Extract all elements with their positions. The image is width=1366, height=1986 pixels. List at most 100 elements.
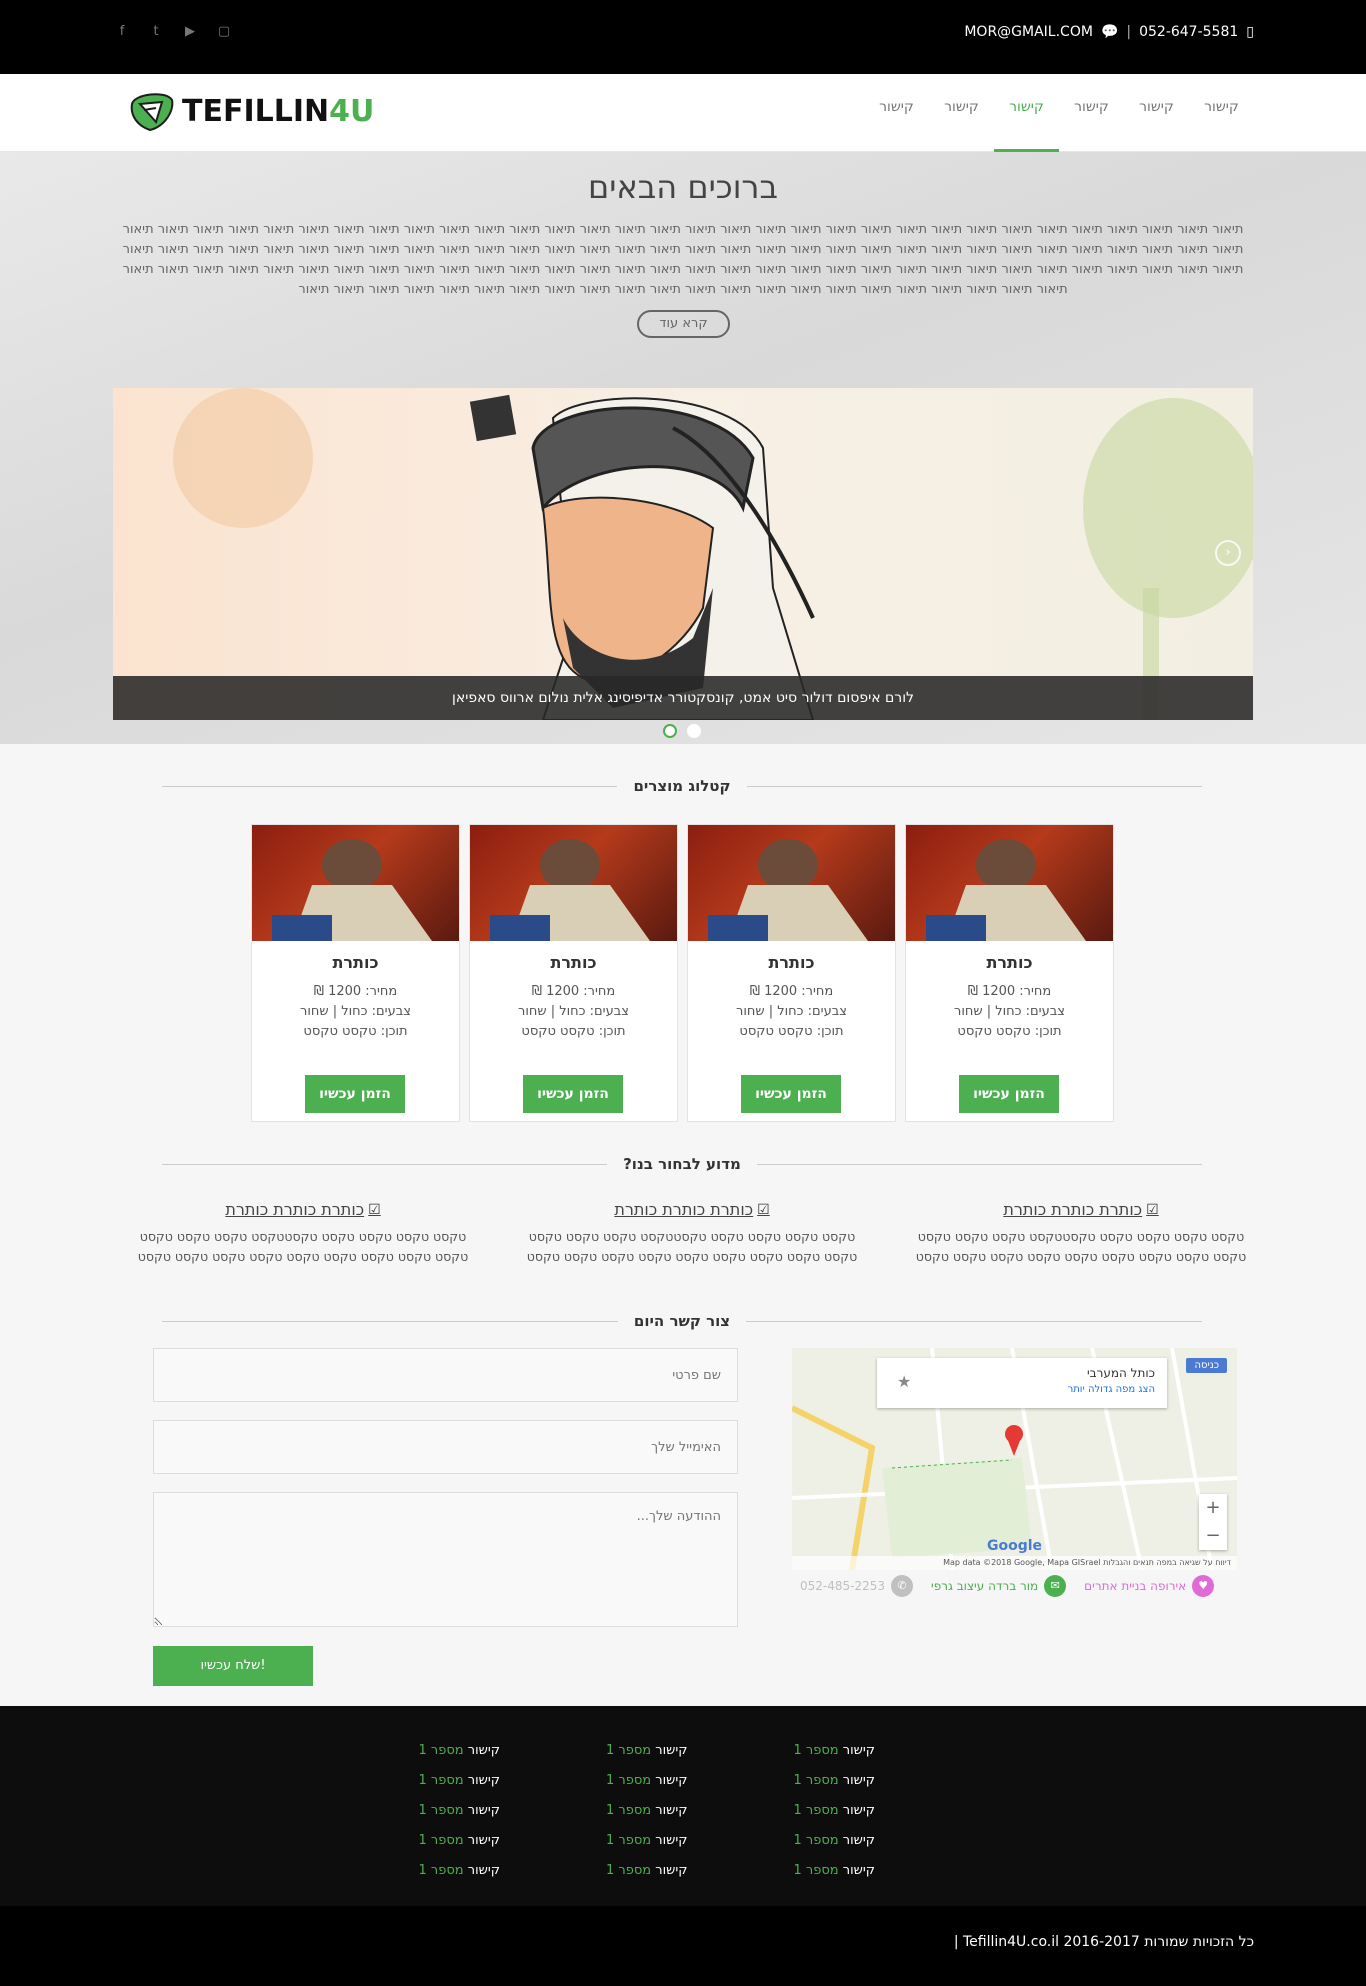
order-now-button[interactable]: הזמן עכשיו bbox=[959, 1075, 1059, 1113]
read-more-button[interactable]: קרא עוד bbox=[637, 310, 730, 338]
product-title: כותרת bbox=[332, 953, 379, 972]
footer-link-number: מספר 1 bbox=[605, 1863, 652, 1878]
nav-link-5[interactable]: קישור bbox=[929, 74, 994, 152]
footer-link[interactable]: קישור מספר 1 bbox=[410, 1796, 500, 1826]
product-image bbox=[252, 825, 459, 941]
logo-text: TEFILLIN4U bbox=[182, 93, 375, 129]
footer-link[interactable]: קישור מספר 1 bbox=[598, 1736, 688, 1766]
footer-link-number: מספר 1 bbox=[418, 1803, 464, 1818]
feature-title-link[interactable]: כותרת כותרת כותרת bbox=[614, 1200, 753, 1219]
footer-link[interactable]: קישור מספר 1 bbox=[598, 1766, 688, 1796]
top-email[interactable]: MOR@GMAIL.COM bbox=[964, 24, 1093, 40]
top-contact: MOR@GMAIL.COM 💬 | 052-647-5581 ▯ bbox=[964, 24, 1254, 40]
contact-details: ✆ 052-485-2253 ✉ מור ברדה עיצוב גרפי ♥ א… bbox=[800, 1574, 1237, 1598]
contact-form: שלח עכשיו! bbox=[153, 1348, 738, 1686]
map-enter-button[interactable]: כניסה bbox=[1186, 1358, 1227, 1373]
feature-title-link[interactable]: כותרת כותרת כותרת bbox=[1003, 1200, 1142, 1219]
nav-link-2[interactable]: קישור bbox=[1124, 74, 1189, 152]
map-info-box: כותל המערבי הצג מפה גדולה יותר ★ bbox=[877, 1358, 1167, 1408]
footer-link-number: מספר 1 bbox=[605, 1803, 652, 1818]
order-now-button[interactable]: הזמן עכשיו bbox=[305, 1075, 405, 1113]
slide-caption: לורם איפסום דולור סיט אמט, קונסקטורר אדי… bbox=[113, 676, 1253, 720]
catalog-heading: קטלוג מוצרים bbox=[162, 776, 1202, 796]
star-icon[interactable]: ★ bbox=[897, 1372, 911, 1391]
footer-link[interactable]: קישור מספר 1 bbox=[598, 1826, 688, 1856]
top-phone[interactable]: 052-647-5581 bbox=[1139, 24, 1238, 40]
twitch-icon[interactable]: ▢ bbox=[216, 24, 232, 40]
image-slider[interactable]: לורם איפסום דולור סיט אמט, קונסקטורר אדי… bbox=[113, 388, 1253, 720]
slider-dot-2[interactable] bbox=[687, 724, 701, 738]
map-larger-link[interactable]: הצג מפה גדולה יותר bbox=[889, 1384, 1155, 1395]
zoom-out-icon[interactable]: − bbox=[1199, 1522, 1227, 1550]
feature-text: טקסט טקסט טקסט טקסט טקסטטקסט טקסט טקסט ט… bbox=[137, 1229, 469, 1264]
nav-link-4-active[interactable]: קישור bbox=[994, 74, 1059, 152]
feature-item: ☑ כותרת כותרת כותרת טקסט טקסט טקסט טקסט ט… bbox=[519, 1200, 865, 1270]
nav-link-6[interactable]: קישור bbox=[864, 74, 929, 152]
footer-link-label: קישור bbox=[655, 1803, 688, 1818]
facebook-icon[interactable]: f bbox=[114, 24, 130, 40]
footer-link[interactable]: קישור מספר 1 bbox=[598, 1796, 688, 1826]
product-content: תוכן: טקסט טקסט bbox=[957, 1024, 1062, 1039]
footer-link-number: מספר 1 bbox=[418, 1863, 464, 1878]
nav-link-1[interactable]: קישור bbox=[1189, 74, 1254, 152]
footer-link[interactable]: קישור מספר 1 bbox=[785, 1796, 875, 1826]
footer-link[interactable]: קישור מספר 1 bbox=[410, 1826, 500, 1856]
product-colors: צבעים: כחול | שחור bbox=[300, 1004, 411, 1019]
main-nav: קישור קישור קישור קישור קישור קישור bbox=[864, 74, 1254, 152]
contact-phone[interactable]: ✆ 052-485-2253 bbox=[800, 1575, 914, 1597]
product-image bbox=[688, 825, 895, 941]
footer-link-label: קישור bbox=[655, 1773, 688, 1788]
map-data-credit: Map data ©2018 Google, Mapa GISrael bbox=[943, 1558, 1101, 1567]
product-grid: כותרת מחיר: 1200 ₪ צבעים: כחול | שחור תו… bbox=[251, 824, 1114, 1122]
footer-link-label: קישור bbox=[467, 1863, 500, 1878]
zoom-in-icon[interactable]: + bbox=[1199, 1494, 1227, 1522]
hero-title: ברוכים הבאים bbox=[588, 168, 778, 206]
footer-link-number: מספר 1 bbox=[605, 1833, 652, 1848]
footer-link-number: מספר 1 bbox=[605, 1773, 652, 1788]
contact-title: צור קשר היום bbox=[617, 1312, 747, 1330]
copyright-separator: | bbox=[953, 1934, 959, 1950]
order-now-button[interactable]: הזמן עכשיו bbox=[523, 1075, 623, 1113]
twitter-icon[interactable]: t bbox=[148, 24, 164, 40]
footer-link[interactable]: קישור מספר 1 bbox=[598, 1856, 688, 1886]
map-terms-link[interactable]: תנאים והגבלות bbox=[1103, 1558, 1154, 1567]
email-field[interactable] bbox=[153, 1420, 738, 1474]
contact-builder[interactable]: ♥ אירופה בניית אתרים bbox=[1084, 1575, 1215, 1597]
phone-icon: ▯ bbox=[1246, 24, 1254, 40]
map-zoom-control: + − bbox=[1199, 1494, 1227, 1550]
footer-link[interactable]: קישור מספר 1 bbox=[410, 1856, 500, 1886]
product-card: כותרת מחיר: 1200 ₪ צבעים: כחול | שחור תו… bbox=[905, 824, 1114, 1122]
name-field[interactable] bbox=[153, 1348, 738, 1402]
footer-link[interactable]: קישור מספר 1 bbox=[785, 1766, 875, 1796]
product-title: כותרת bbox=[768, 953, 815, 972]
footer-link-label: קישור bbox=[655, 1833, 688, 1848]
slider-next-icon[interactable]: › bbox=[1215, 540, 1241, 566]
slider-dot-1[interactable] bbox=[663, 724, 677, 738]
envelope-icon: ✉ bbox=[1044, 1575, 1067, 1597]
send-button[interactable]: שלח עכשיו! bbox=[153, 1646, 313, 1686]
logo[interactable]: TEFILLIN4U bbox=[126, 88, 374, 134]
feature-text: טקסט טקסט טקסט טקסט טקסטטקסט טקסט טקסט ט… bbox=[915, 1229, 1247, 1264]
footer-link-label: קישור bbox=[842, 1863, 875, 1878]
contact-designer[interactable]: ✉ מור ברדה עיצוב גרפי bbox=[931, 1575, 1067, 1597]
nav-link-3[interactable]: קישור bbox=[1059, 74, 1124, 152]
order-now-button[interactable]: הזמן עכשיו bbox=[741, 1075, 841, 1113]
heart-icon: ♥ bbox=[1192, 1575, 1215, 1597]
footer-column: קישור מספר 1 קישור מספר 1 קישור מספר 1 קישו… bbox=[598, 1736, 688, 1886]
footer-link[interactable]: קישור מספר 1 bbox=[785, 1736, 875, 1766]
youtube-icon[interactable]: ▶ bbox=[182, 24, 198, 40]
footer-link[interactable]: קישור מספר 1 bbox=[785, 1856, 875, 1886]
google-map[interactable]: כניסה כותל המערבי הצג מפה גדולה יותר ★ +… bbox=[792, 1348, 1237, 1570]
product-price: מחיר: 1200 ₪ bbox=[531, 984, 616, 999]
product-price: מחיר: 1200 ₪ bbox=[967, 984, 1052, 999]
footer-link[interactable]: קישור מספר 1 bbox=[785, 1826, 875, 1856]
message-field[interactable] bbox=[153, 1492, 738, 1627]
footer-link[interactable]: קישור מספר 1 bbox=[410, 1766, 500, 1796]
footer-link[interactable]: קישור מספר 1 bbox=[410, 1736, 500, 1766]
product-image bbox=[470, 825, 677, 941]
checkbox-icon: ☑ bbox=[1146, 1201, 1159, 1218]
feature-title-link[interactable]: כותרת כותרת כותרת bbox=[225, 1200, 364, 1219]
map-report-link[interactable]: דיווח על שגיאה במפה bbox=[1156, 1558, 1231, 1567]
map-place: כותל המערבי bbox=[1086, 1366, 1155, 1380]
footer-link-label: קישור bbox=[842, 1833, 875, 1848]
